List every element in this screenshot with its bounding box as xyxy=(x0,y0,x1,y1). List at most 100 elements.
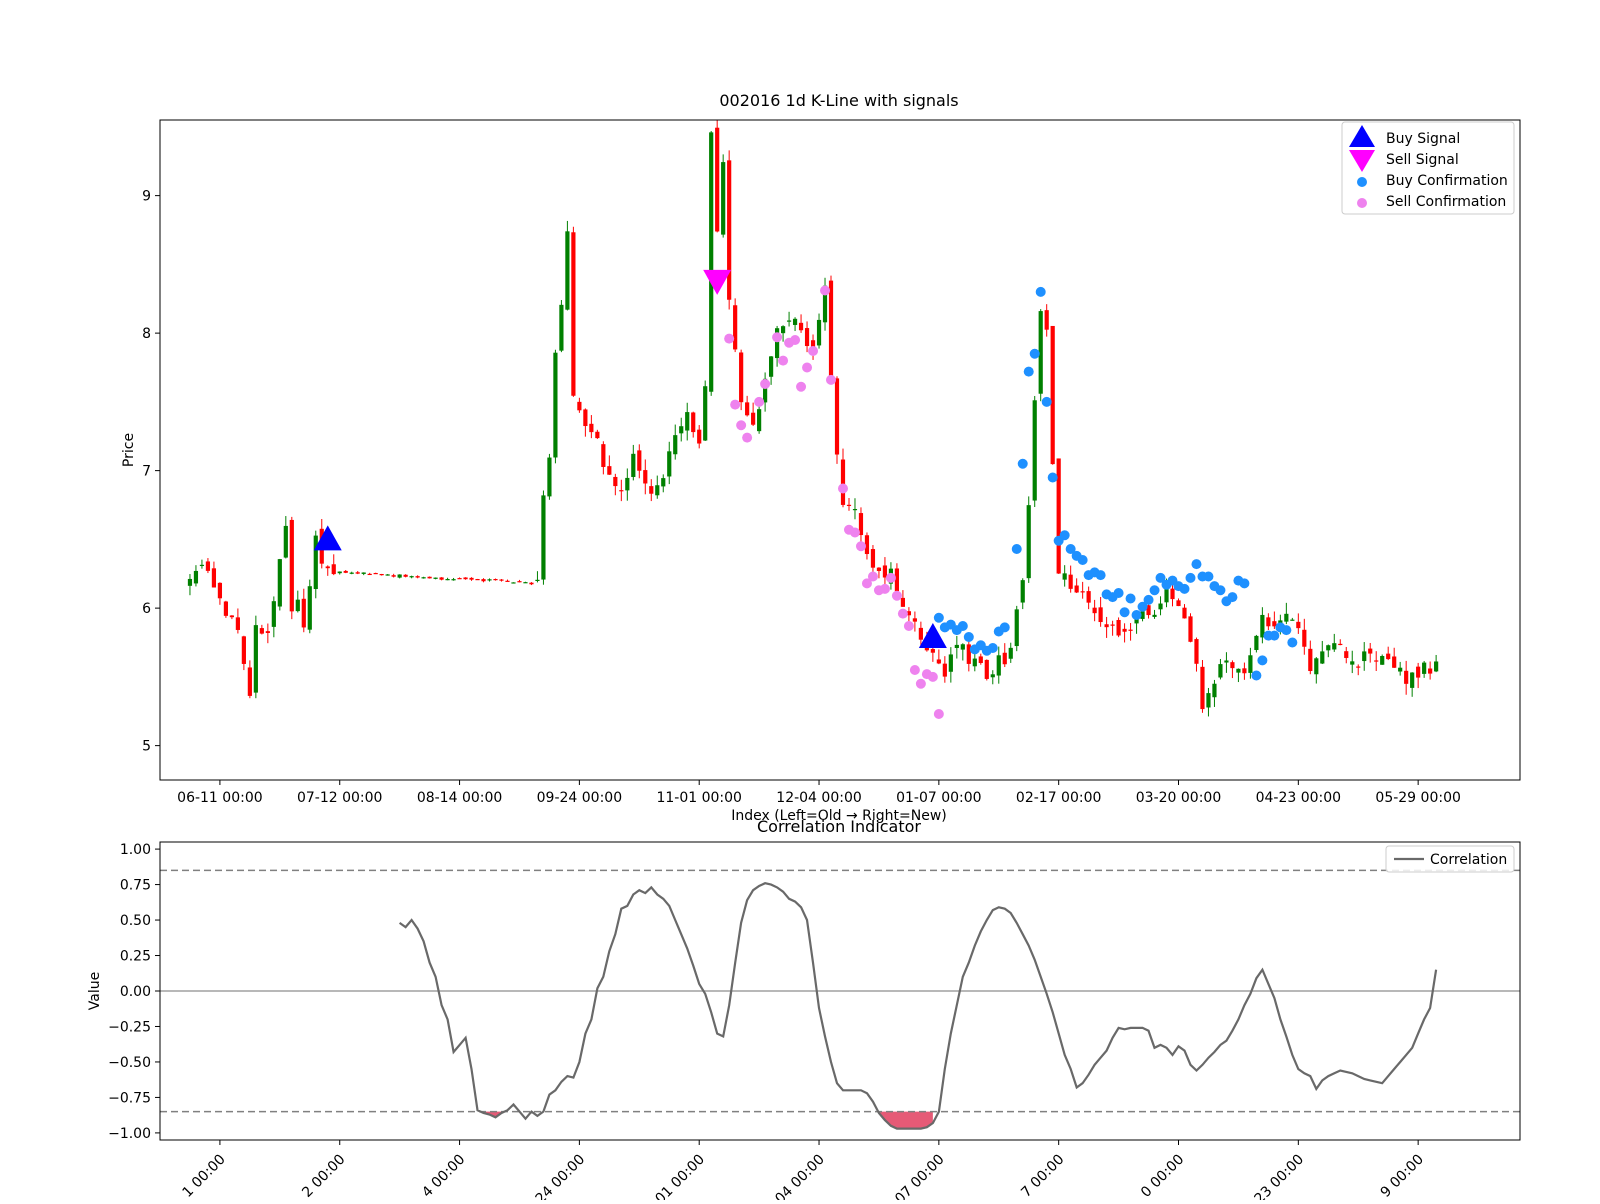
candle-body xyxy=(385,574,390,576)
correlation-x-tick-label: 9 00:00 xyxy=(1378,1152,1427,1200)
candle-body xyxy=(379,573,384,576)
candle-body xyxy=(1392,656,1397,668)
candle-body xyxy=(529,582,534,585)
candle-body xyxy=(655,485,660,496)
candle-body xyxy=(295,599,300,612)
sell-confirmation-point xyxy=(879,583,890,594)
buy-confirmation-point xyxy=(957,621,968,631)
candle-body xyxy=(523,582,528,584)
candle-body xyxy=(948,654,953,672)
buy-confirmation-point xyxy=(1131,610,1142,620)
candle-body xyxy=(559,304,564,351)
candle-body xyxy=(301,598,306,628)
sell-confirmation-point xyxy=(891,590,902,601)
candle-body xyxy=(469,577,474,580)
candle-body xyxy=(1326,645,1331,651)
correlation-plot-area xyxy=(160,869,1520,1130)
kline-y-ticks: 5 6 7 8 9 xyxy=(142,189,160,755)
candle-body xyxy=(565,231,570,310)
correlation-title: Correlation Indicator xyxy=(757,817,921,836)
candle-body xyxy=(757,409,762,432)
candle-body xyxy=(1284,613,1289,622)
candle-body xyxy=(427,576,432,579)
candle-body xyxy=(235,617,240,630)
candle-body xyxy=(325,566,330,569)
buy-signal-marker xyxy=(313,525,342,551)
candle-body xyxy=(1128,629,1133,631)
sell-confirmation-point xyxy=(754,396,765,407)
candle-body xyxy=(679,426,684,434)
kline-title: 002016 1d K-Line with signals xyxy=(719,91,958,110)
candle-body xyxy=(661,478,666,487)
candle-body xyxy=(769,356,774,377)
figure: 002016 1d K-Line with signals 5 6 7 8 9 06-1… xyxy=(0,0,1600,1204)
candle-body xyxy=(619,490,624,492)
buy-confirmation-point xyxy=(1185,572,1196,583)
sell-confirmation-point xyxy=(849,527,860,538)
candle-body xyxy=(493,579,498,581)
buy-confirmation-point xyxy=(1113,588,1124,598)
kline-x-tick-label: 08-14 00:00 xyxy=(417,790,502,806)
kline-y-tick-label: 8 xyxy=(142,326,151,342)
candle-body xyxy=(253,625,258,693)
candle-body xyxy=(792,318,798,325)
kline-x-tick-label: 03-20 00:00 xyxy=(1136,790,1221,806)
kline-legend-label: Buy Confirmation xyxy=(1386,173,1508,189)
candle-body xyxy=(265,631,270,633)
buy-confirmation-point xyxy=(1179,583,1190,594)
correlation-y-tick-label: 0.75 xyxy=(120,878,151,894)
candle-body xyxy=(876,567,882,571)
candle-body xyxy=(571,232,576,396)
candle-body xyxy=(1290,619,1295,621)
candle-body xyxy=(1302,629,1307,647)
candle-body xyxy=(882,565,888,578)
candle-body xyxy=(918,627,923,640)
candle-body xyxy=(1314,658,1319,675)
candle-body xyxy=(1356,666,1361,668)
candle-body xyxy=(1386,653,1391,660)
kline-x-tick-label: 07-12 00:00 xyxy=(297,790,382,806)
candle-body xyxy=(1116,619,1121,636)
candle-body xyxy=(1374,660,1379,662)
kline-legend: Buy Signal Sell Signal Buy Confirmation Sel… xyxy=(1341,121,1515,215)
candle-body xyxy=(283,525,288,558)
candle-body xyxy=(1350,661,1355,665)
buy-confirmation-point xyxy=(1041,396,1052,407)
candle-body xyxy=(649,486,654,494)
correlation-y-tick-label: −1.00 xyxy=(108,1126,151,1142)
kline-legend-label: Sell Signal xyxy=(1386,152,1459,168)
buy-confirmation-point xyxy=(1023,366,1034,377)
kline-y-tick-label: 6 xyxy=(142,601,151,617)
candle-body xyxy=(804,328,810,347)
buy-confirmation-point xyxy=(987,643,998,653)
candle-body xyxy=(1320,651,1325,664)
correlation-x-tick-label: 7 00:00 xyxy=(1018,1152,1067,1200)
candle-body xyxy=(463,577,468,580)
candle-body xyxy=(625,477,630,491)
kline-legend-label: Sell Confirmation xyxy=(1386,194,1506,210)
correlation-x-tick-label: 2 00:00 xyxy=(299,1152,348,1200)
candle-body xyxy=(786,320,792,322)
candle-body xyxy=(733,305,738,350)
candle-body xyxy=(715,127,720,232)
candle-body xyxy=(589,423,594,433)
kline-y-tick-label: 5 xyxy=(142,739,151,755)
correlation-y-tick-label: −0.50 xyxy=(108,1055,151,1071)
candle-body xyxy=(996,655,1001,676)
buy-confirmation-point xyxy=(1149,585,1160,596)
candle-body xyxy=(505,580,510,582)
candle-body xyxy=(954,644,959,649)
candle-body xyxy=(697,429,702,444)
candle-body xyxy=(840,459,846,505)
candle-body xyxy=(751,412,756,425)
candle-body xyxy=(199,564,205,567)
candle-body xyxy=(403,574,408,577)
sell-confirmation-point xyxy=(802,362,813,373)
sell-confirmation-point xyxy=(855,541,866,552)
buy-confirmation-point xyxy=(1257,655,1268,666)
candle-body xyxy=(745,402,750,416)
candle-body xyxy=(1308,648,1313,672)
buy-confirmation-point xyxy=(999,622,1010,633)
candle-body xyxy=(709,132,714,392)
candle-body xyxy=(1020,580,1025,603)
